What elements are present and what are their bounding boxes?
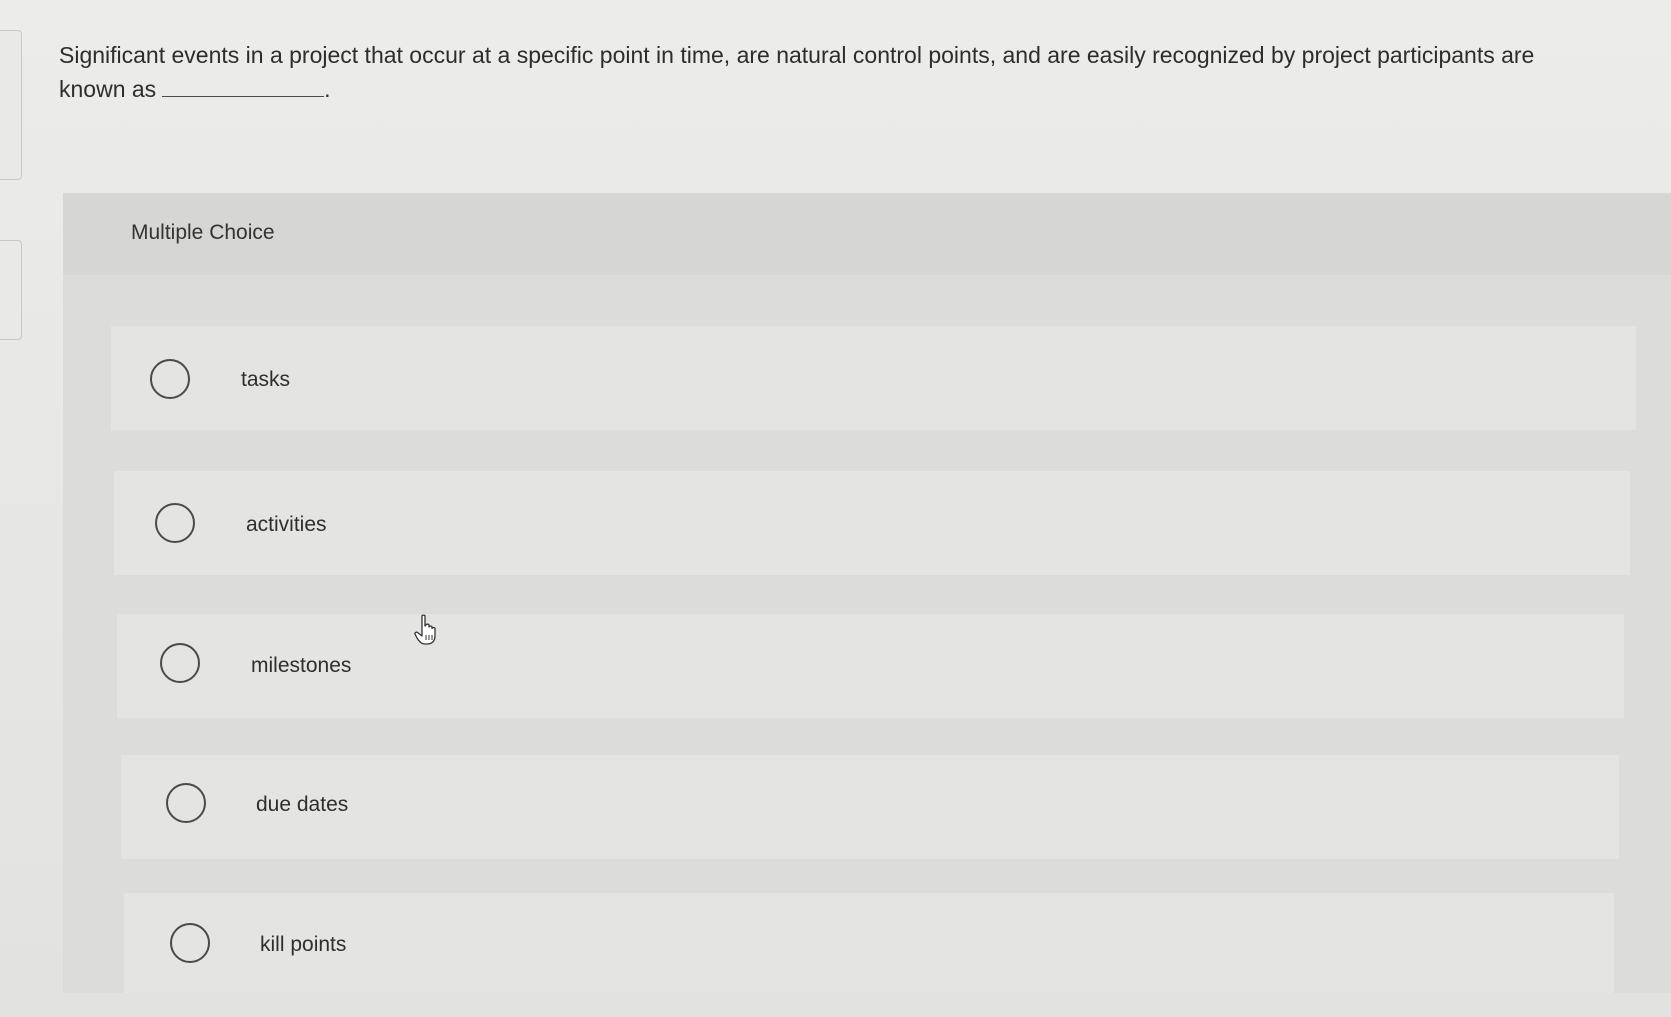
option-label: tasks [241,368,291,391]
answer-option-tasks[interactable]: tasks [111,326,1636,430]
hand-pointer-icon [414,614,436,645]
left-edge-tab[interactable] [0,30,22,180]
question-prompt: Significant events in a project that occ… [59,38,1671,106]
answer-option-milestones[interactable]: milestones [117,614,1624,718]
multiple-choice-panel: Multiple Choice [63,193,1671,993]
fill-in-blank [162,76,325,97]
left-edge-tab[interactable] [0,240,22,340]
option-label: kill points [260,933,347,956]
radio-button[interactable] [150,359,190,399]
option-label: activities [246,513,327,536]
radio-button[interactable] [166,783,206,823]
answer-option-due-dates[interactable]: due dates [121,755,1619,859]
radio-button[interactable] [155,503,195,543]
answer-option-activities[interactable]: activities [114,471,1630,575]
answer-option-kill-points[interactable]: kill points [124,893,1614,993]
radio-button[interactable] [160,643,200,683]
multiple-choice-header: Multiple Choice [63,193,1671,275]
question-text-line1: Significant events in a project that occ… [59,42,1535,68]
multiple-choice-title: Multiple Choice [131,221,275,244]
option-label: due dates [256,793,349,816]
screen: Significant events in a project that occ… [0,0,1671,1017]
question-text-line2: known as [59,76,157,102]
blank-suffix: . [324,76,331,102]
option-label: milestones [251,654,352,677]
radio-button[interactable] [170,923,210,963]
